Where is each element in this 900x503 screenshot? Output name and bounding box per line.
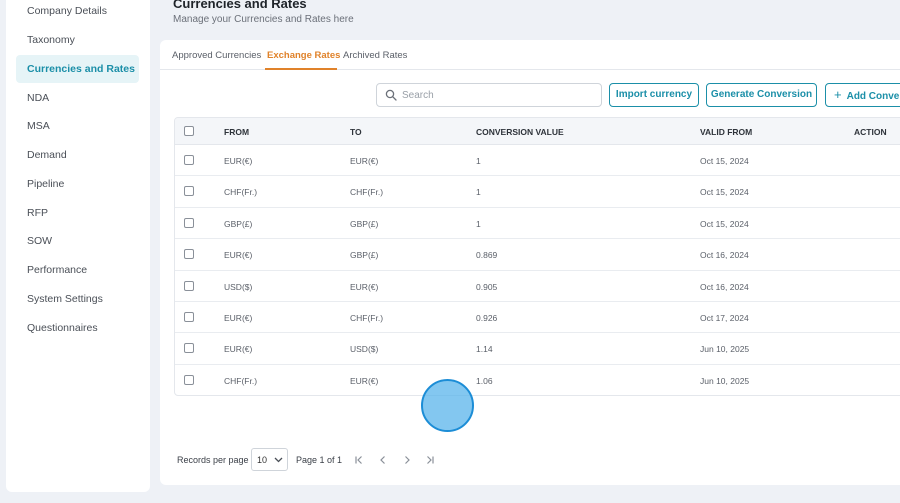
cell-valid-from: Jun 10, 2025: [700, 375, 750, 386]
records-per-page-label: Records per page: [177, 455, 249, 465]
search-box: [376, 83, 602, 107]
sidebar-item-sow[interactable]: SOW: [16, 227, 139, 255]
row-checkbox[interactable]: [184, 186, 194, 197]
chevron-down-icon: [274, 457, 283, 463]
cell-from: EUR(€): [224, 344, 253, 355]
cell-conversion-value: 1: [476, 187, 481, 198]
cell-to: GBP(£): [350, 218, 379, 229]
row-checkbox[interactable]: [184, 249, 194, 260]
column-header-valid-from[interactable]: VALID FROM: [700, 127, 752, 137]
sidebar-item-msa[interactable]: MSA: [16, 112, 139, 140]
row-checkbox[interactable]: [184, 217, 194, 228]
tab-approved-currencies[interactable]: Approved Currencies: [172, 50, 261, 61]
last-page-icon[interactable]: [424, 454, 436, 466]
tab-bar: Approved Currencies Exchange Rates Archi…: [160, 40, 900, 70]
cell-valid-from: Jun 10, 2025: [700, 344, 750, 355]
first-page-icon[interactable]: [353, 454, 365, 466]
cell-valid-from: Oct 16, 2024: [700, 281, 749, 292]
search-icon: [385, 89, 397, 101]
sidebar-item-rfp[interactable]: RFP: [16, 199, 139, 227]
table-row[interactable]: CHF(Fr.) EUR(€) 1.06 Jun 10, 2025: [175, 365, 900, 395]
sidebar-item-company-details[interactable]: Company Details: [16, 0, 139, 25]
cell-from: EUR(€): [224, 250, 253, 261]
sidebar-item-performance[interactable]: Performance: [16, 256, 139, 284]
cell-to: EUR(€): [350, 156, 379, 166]
sidebar-item-currencies-and-rates[interactable]: Currencies and Rates: [16, 55, 139, 83]
table-row[interactable]: CHF(Fr.) CHF(Fr.) 1 Oct 15, 2024: [175, 176, 900, 208]
cell-from: EUR(€): [224, 313, 253, 323]
cell-conversion-value: 1.06: [476, 375, 493, 386]
row-checkbox[interactable]: [184, 155, 194, 165]
row-checkbox[interactable]: [184, 374, 194, 385]
click-indicator: [421, 379, 474, 432]
cell-from: CHF(Fr.): [224, 187, 258, 198]
column-header-conversion-value[interactable]: CONVERSION VALUE: [476, 127, 564, 137]
cell-to: CHF(Fr.): [350, 187, 384, 198]
sidebar: Company Details Taxonomy Currencies and …: [6, 0, 150, 492]
cell-from: USD($): [224, 281, 253, 292]
previous-page-icon[interactable]: [377, 454, 389, 466]
cell-conversion-value: 1.14: [476, 344, 493, 355]
page-subtitle: Manage your Currencies and Rates here: [173, 14, 354, 25]
table-row[interactable]: EUR(€) EUR(€) 1 Oct 15, 2024: [175, 145, 900, 177]
cell-conversion-value: 1: [476, 218, 481, 229]
row-checkbox[interactable]: [184, 343, 194, 354]
tab-archived-rates[interactable]: Archived Rates: [343, 50, 407, 61]
sidebar-item-system-settings[interactable]: System Settings: [16, 285, 139, 313]
page-title: Currencies and Rates: [173, 0, 307, 11]
exchange-rates-table: FROM TO CONVERSION VALUE VALID FROM ACTI…: [174, 117, 900, 396]
generate-conversion-button[interactable]: Generate Conversion: [706, 83, 817, 107]
row-checkbox[interactable]: [184, 312, 194, 322]
import-currency-button[interactable]: Import currency: [609, 83, 699, 107]
add-conversion-button[interactable]: + Add Conve: [825, 83, 900, 107]
plus-icon: +: [834, 87, 842, 102]
sidebar-item-taxonomy[interactable]: Taxonomy: [16, 26, 139, 54]
sidebar-item-demand[interactable]: Demand: [16, 141, 139, 169]
exchange-rates-card: Approved Currencies Exchange Rates Archi…: [160, 40, 900, 485]
next-page-icon[interactable]: [401, 454, 413, 466]
cell-valid-from: Oct 15, 2024: [700, 187, 749, 198]
add-conversion-label: Add Conve: [846, 91, 900, 102]
cell-to: USD($): [350, 344, 379, 355]
table-row[interactable]: USD($) EUR(€) 0.905 Oct 16, 2024: [175, 271, 900, 302]
cell-from: EUR(€): [224, 156, 253, 166]
column-header-action: ACTION: [854, 127, 887, 137]
cell-valid-from: Oct 15, 2024: [700, 156, 749, 166]
table-row[interactable]: EUR(€) GBP(£) 0.869 Oct 16, 2024: [175, 239, 900, 271]
select-all-checkbox[interactable]: [184, 126, 194, 136]
cell-to: EUR(€): [350, 375, 379, 386]
table-row[interactable]: EUR(€) USD($) 1.14 Jun 10, 2025: [175, 333, 900, 365]
row-checkbox[interactable]: [184, 280, 194, 291]
cell-to: EUR(€): [350, 281, 379, 292]
cell-valid-from: Oct 17, 2024: [700, 313, 749, 323]
cell-valid-from: Oct 15, 2024: [700, 218, 749, 229]
cell-conversion-value: 0.905: [476, 281, 498, 292]
active-tab-indicator: [265, 68, 337, 70]
sidebar-item-pipeline[interactable]: Pipeline: [16, 170, 139, 198]
table-row[interactable]: GBP(£) GBP(£) 1 Oct 15, 2024: [175, 208, 900, 240]
cell-to: CHF(Fr.): [350, 313, 384, 323]
tab-exchange-rates[interactable]: Exchange Rates: [267, 50, 340, 61]
cell-valid-from: Oct 16, 2024: [700, 250, 749, 261]
column-header-from[interactable]: FROM: [224, 127, 249, 137]
search-input[interactable]: [402, 87, 592, 103]
cell-from: GBP(£): [224, 218, 253, 229]
table-header: FROM TO CONVERSION VALUE VALID FROM ACTI…: [175, 118, 900, 145]
cell-conversion-value: 0.926: [476, 313, 498, 323]
cell-to: GBP(£): [350, 250, 379, 261]
cell-conversion-value: 0.869: [476, 250, 498, 261]
column-header-to[interactable]: TO: [350, 127, 362, 137]
page-info: Page 1 of 1: [296, 455, 343, 465]
sidebar-item-nda[interactable]: NDA: [16, 84, 139, 112]
cell-from: CHF(Fr.): [224, 375, 258, 386]
records-per-page-select[interactable]: 10: [251, 448, 288, 471]
sidebar-item-questionnaires[interactable]: Questionnaires: [16, 314, 139, 342]
table-row[interactable]: EUR(€) CHF(Fr.) 0.926 Oct 17, 2024: [175, 302, 900, 334]
records-per-page-value: 10: [257, 455, 268, 465]
cell-conversion-value: 1: [476, 156, 481, 166]
